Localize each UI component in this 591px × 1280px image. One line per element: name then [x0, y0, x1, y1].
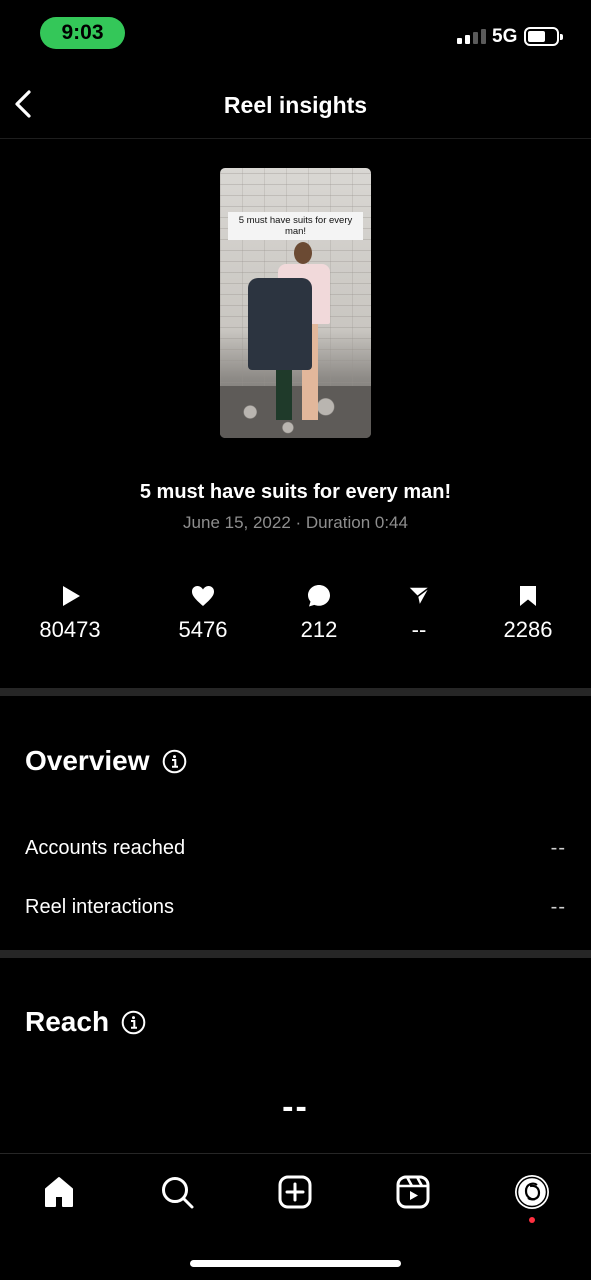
- info-icon[interactable]: [121, 1010, 146, 1035]
- reel-thumbnail[interactable]: 5 must have suits for every man!: [220, 168, 371, 438]
- reach-value: --: [282, 1088, 309, 1126]
- reach-title: Reach: [25, 1006, 110, 1037]
- saves-count: 2286: [503, 617, 553, 642]
- overview-title: Overview: [25, 745, 150, 776]
- cellular-signal-icon: [457, 29, 486, 44]
- bookmark-icon: [520, 586, 536, 606]
- overview-section-title: Overview: [25, 745, 187, 777]
- reel-interactions-label[interactable]: Reel interactions: [25, 896, 174, 919]
- stat-plays: 80473: [15, 583, 125, 643]
- nav-home[interactable]: [39, 1172, 79, 1212]
- nav-reels[interactable]: [393, 1172, 433, 1212]
- reel-interactions-value: --: [550, 896, 566, 918]
- thumbnail-caption: 5 must have suits for every man!: [228, 212, 363, 240]
- header: Reel insights: [0, 70, 591, 139]
- play-icon: [63, 586, 80, 606]
- comment-icon: [308, 585, 330, 607]
- section-divider: [0, 950, 591, 958]
- network-type: 5G: [492, 26, 518, 47]
- plays-count: 80473: [39, 617, 101, 642]
- shares-count: --: [411, 617, 427, 642]
- nav-profile[interactable]: [512, 1172, 552, 1212]
- accounts-reached-label[interactable]: Accounts reached: [25, 837, 185, 860]
- status-time: 9:03: [40, 17, 125, 49]
- reach-section-title: Reach: [25, 1006, 146, 1038]
- heart-icon: [192, 586, 214, 606]
- reel-meta: June 15, 2022 · Duration 0:44: [183, 513, 408, 532]
- home-indicator: [190, 1260, 401, 1267]
- profile-avatar-icon: [515, 1175, 549, 1209]
- nav-search[interactable]: [157, 1172, 197, 1212]
- search-icon: [162, 1177, 194, 1209]
- reel-title: 5 must have suits for every man!: [139, 481, 452, 503]
- battery-icon: [524, 27, 563, 46]
- nav-create[interactable]: [275, 1172, 315, 1212]
- info-icon[interactable]: [162, 749, 187, 774]
- likes-count: 5476: [178, 617, 228, 642]
- page-title: Reel insights: [223, 92, 368, 118]
- send-icon: [407, 586, 431, 607]
- status-bar: 9:03 5G: [0, 0, 591, 70]
- reels-icon: [396, 1175, 430, 1209]
- stat-shares: --: [364, 583, 474, 643]
- create-icon: [278, 1175, 312, 1209]
- comments-count: 212: [300, 617, 338, 642]
- accounts-reached-value: --: [550, 837, 566, 859]
- stat-comments: 212: [264, 583, 374, 643]
- notification-dot: [529, 1217, 535, 1223]
- section-divider: [0, 688, 591, 696]
- stat-saves: 2286: [473, 583, 583, 643]
- home-icon: [45, 1177, 73, 1207]
- stat-likes: 5476: [148, 583, 258, 643]
